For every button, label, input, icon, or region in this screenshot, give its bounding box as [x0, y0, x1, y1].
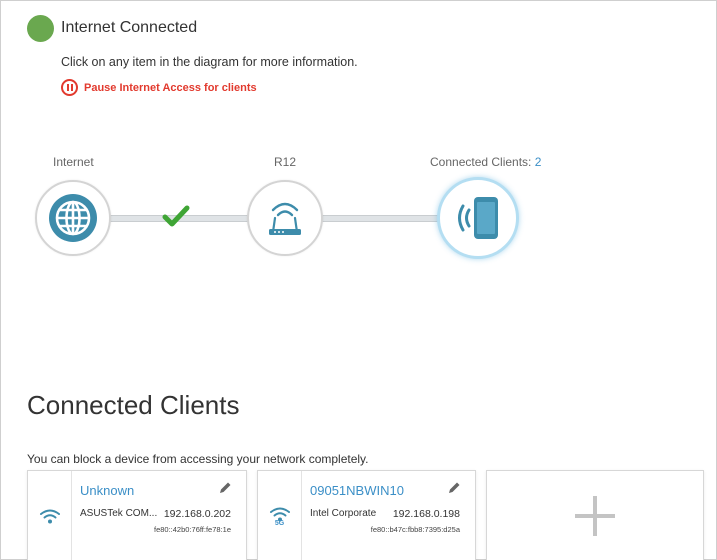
- internet-node-label: Internet: [53, 155, 94, 169]
- wireless-device-icon: [458, 197, 498, 239]
- connected-clients-title: Connected Clients: [27, 390, 240, 420]
- pencil-icon[interactable]: [447, 481, 461, 495]
- pause-internet-button[interactable]: Pause Internet Access for clients: [61, 79, 257, 96]
- diagram-hint: Click on any item in the diagram for mor…: [61, 55, 358, 69]
- client-ipv6: fe80::42b0:76ff:fe78:1e: [153, 525, 231, 534]
- connected-clients-description: You can block a device from accessing yo…: [27, 452, 369, 466]
- internet-status-indicator: [27, 15, 54, 42]
- wifi-icon: [39, 509, 60, 524]
- globe-icon: [49, 194, 97, 242]
- client-ip: 192.168.0.198: [392, 508, 460, 520]
- client-card[interactable]: Unknown ASUSTek COM... 192.168.0.202 fe8…: [27, 470, 247, 560]
- internet-status-text: Internet Connected: [61, 19, 198, 36]
- pencil-icon[interactable]: [218, 481, 232, 495]
- client-ipv6: fe80::b47c:fbb8:7395:d25a: [370, 525, 460, 534]
- router-node[interactable]: [247, 180, 323, 256]
- clients-node-label: Connected Clients: 2: [430, 155, 541, 169]
- client-ip: 192.168.0.202: [163, 508, 231, 520]
- router-clients-link: [320, 215, 442, 222]
- pause-icon: [61, 79, 78, 96]
- router-icon: [269, 202, 301, 235]
- client-name[interactable]: Unknown: [80, 483, 134, 498]
- router-node-label: R12: [274, 155, 297, 169]
- wifi-band-label: 5G: [274, 519, 285, 527]
- pause-internet-label: Pause Internet Access for clients: [84, 81, 257, 94]
- client-wifi-cell: 5G: [258, 471, 302, 560]
- client-vendor: ASUSTek COM...: [80, 508, 158, 519]
- internet-node[interactable]: [35, 180, 111, 256]
- connected-clients-node[interactable]: [437, 177, 519, 259]
- clients-label-text: Connected Clients:: [430, 155, 535, 169]
- checkmark-icon: [162, 205, 190, 227]
- client-wifi-cell: [28, 471, 72, 560]
- client-card[interactable]: 5G 09051NBWIN10 Intel Corporate 192.168.…: [257, 470, 476, 560]
- add-client-button[interactable]: [486, 470, 704, 560]
- plus-icon: [575, 496, 615, 536]
- client-vendor: Intel Corporate: [310, 508, 377, 519]
- clients-count[interactable]: 2: [535, 155, 542, 169]
- client-name[interactable]: 09051NBWIN10: [310, 483, 404, 498]
